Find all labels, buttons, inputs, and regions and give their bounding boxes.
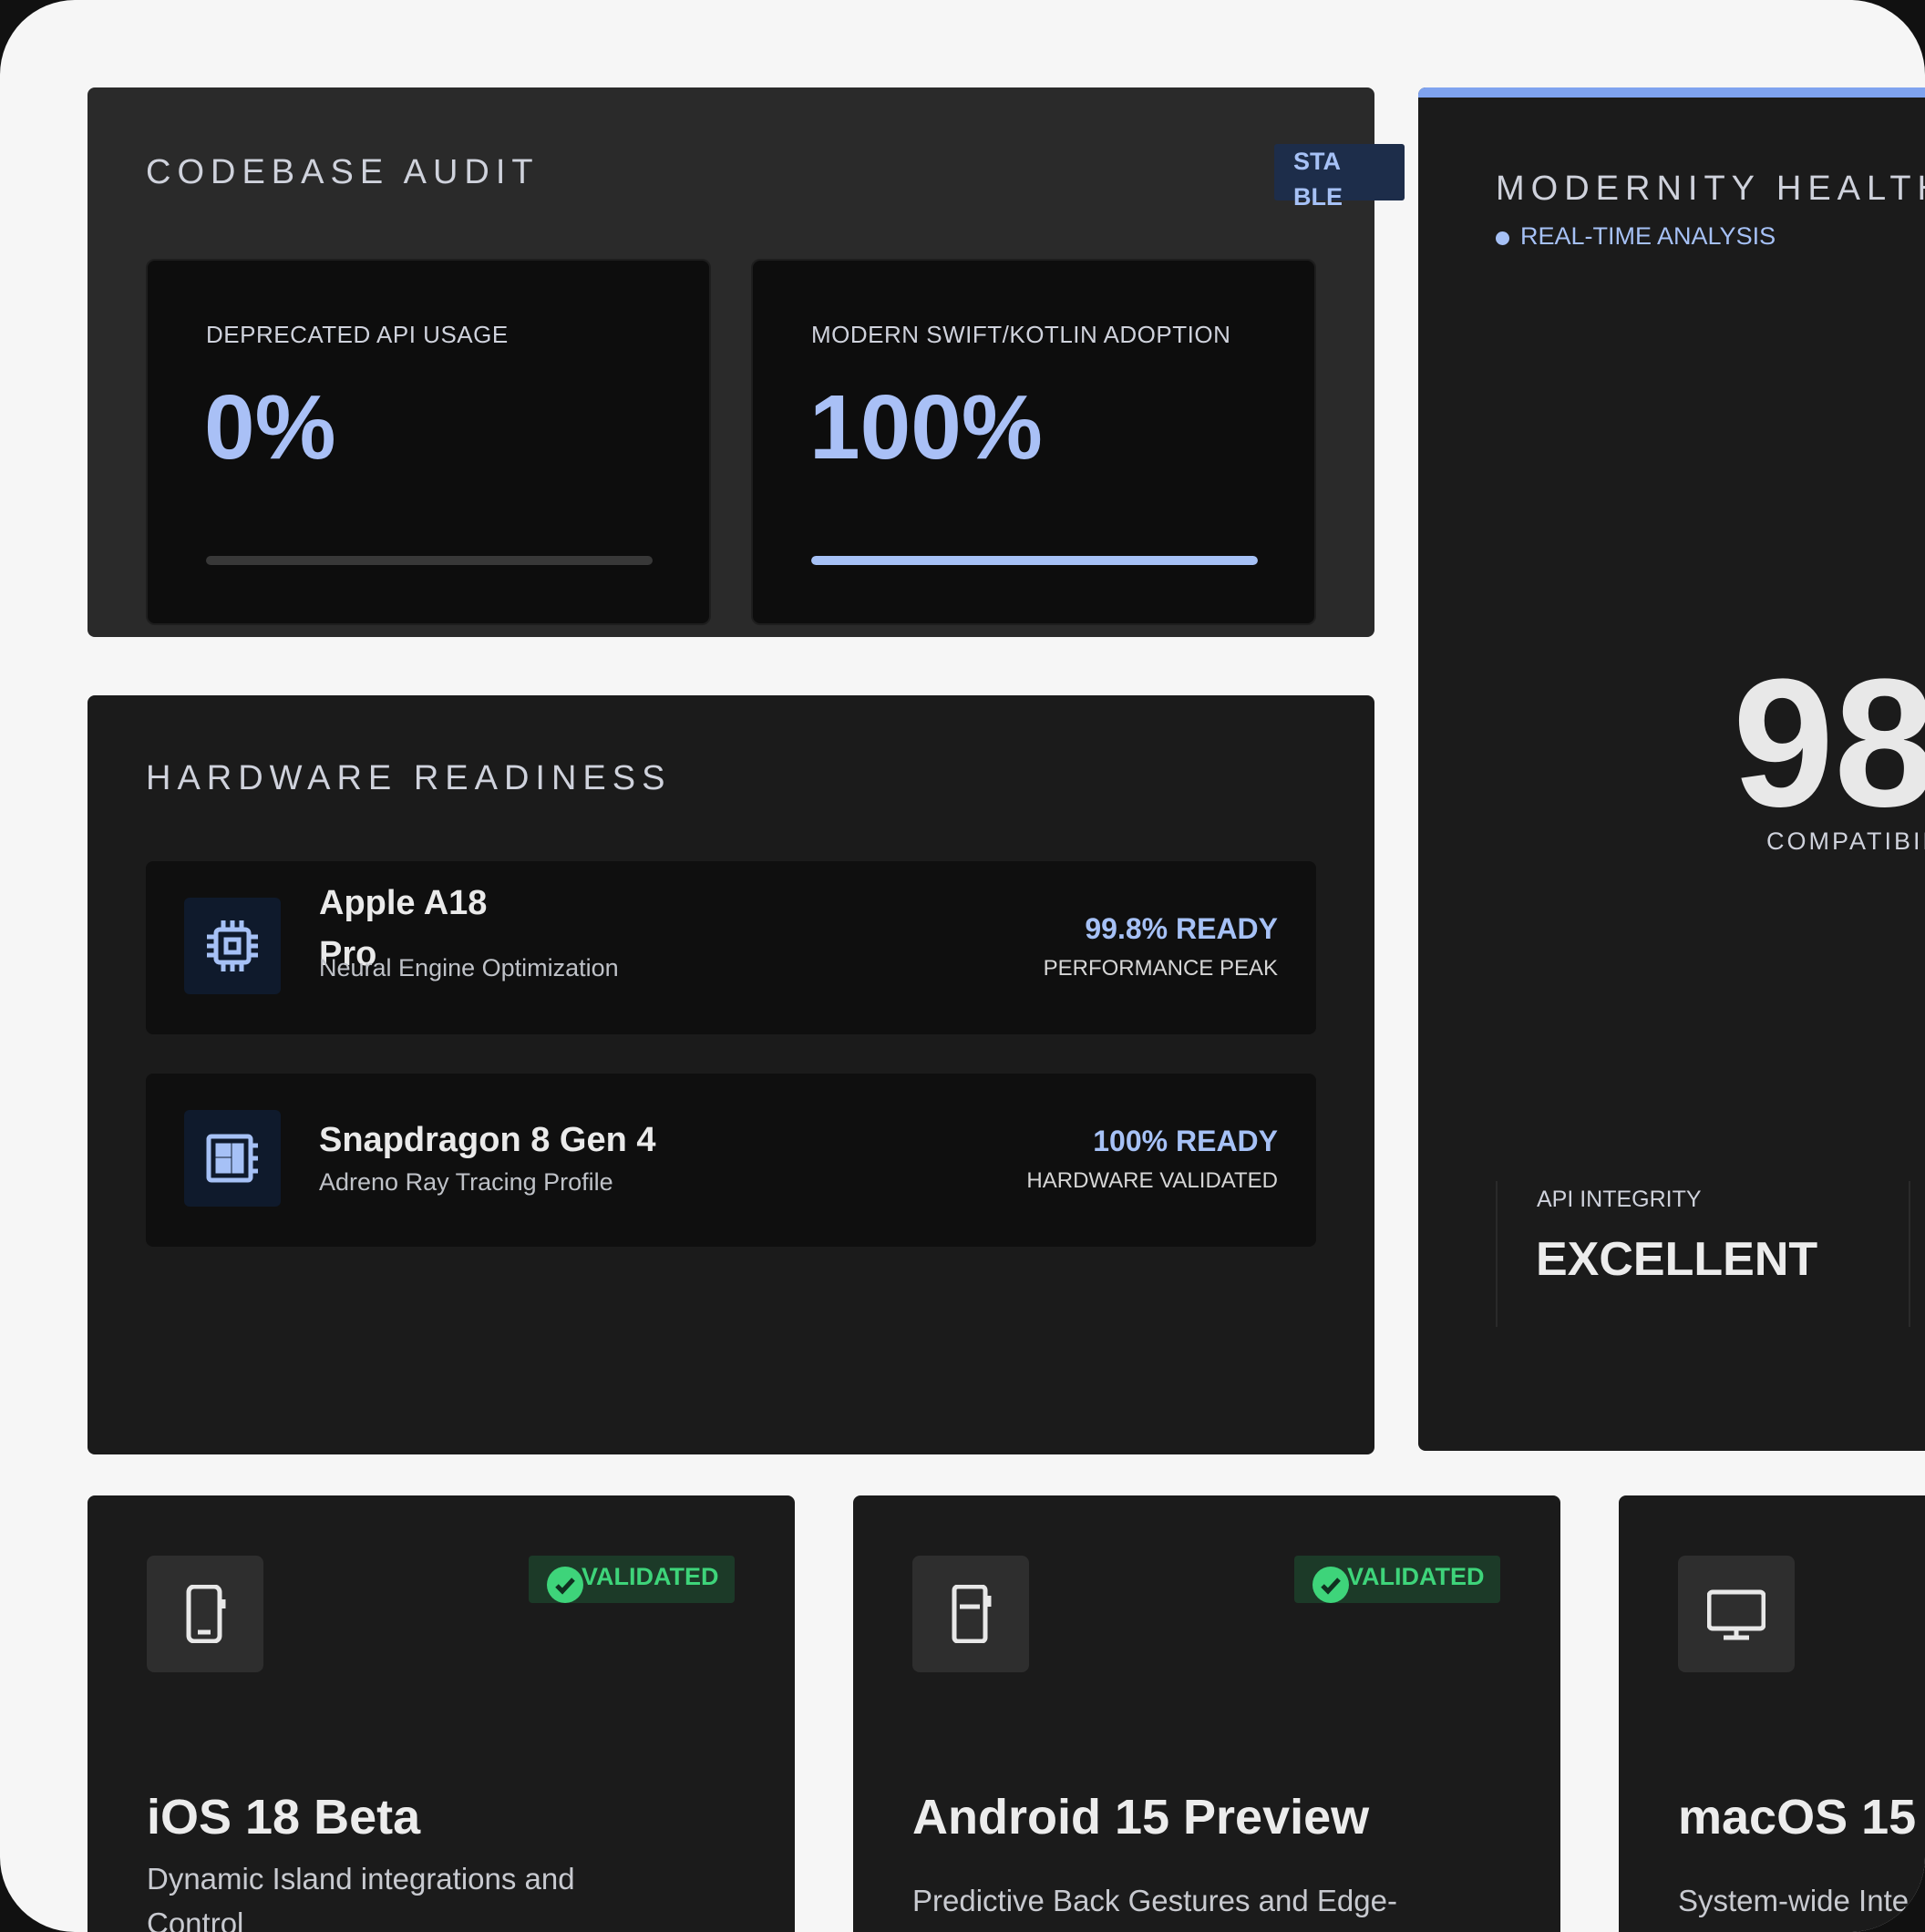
validated-badge: VALIDATED xyxy=(529,1556,735,1603)
dashboard-frame: CODEBASE AUDIT STA BLE DEPRECATED API US… xyxy=(0,0,1925,1932)
hardware-ready: 100% READY xyxy=(1093,1125,1278,1157)
platform-card-android[interactable]: VALIDATED Android 15 Preview Predictive … xyxy=(853,1495,1560,1932)
hardware-readiness-panel: HARDWARE READINESS Apple A18 Pro Neural … xyxy=(88,695,1374,1454)
hardware-readiness-title: HARDWARE READINESS xyxy=(146,759,672,797)
platform-name: iOS 18 Beta xyxy=(147,1790,421,1845)
platform-description: System-wide Inte xyxy=(1678,1884,1910,1917)
divider xyxy=(1909,1181,1910,1327)
hardware-status: HARDWARE VALIDATED xyxy=(1026,1168,1278,1193)
validated-label: VALIDATED xyxy=(582,1563,719,1590)
metric-value: 100% xyxy=(809,376,1043,478)
modernity-health-panel: MODERNITY HEALTH REAL-TIME ANALYSIS 98 C… xyxy=(1418,87,1925,1451)
validated-badge: VALIDATED xyxy=(1294,1556,1500,1603)
android-phone-icon xyxy=(912,1556,1029,1672)
hardware-status: PERFORMANCE PEAK xyxy=(1043,956,1278,981)
accent-bar xyxy=(1418,87,1925,98)
modernity-health-title: MODERNITY HEALTH xyxy=(1496,170,1925,208)
monitor-icon xyxy=(1678,1556,1795,1672)
platform-card-ios[interactable]: VALIDATED iOS 18 Beta Dynamic Island int… xyxy=(88,1495,795,1932)
board-icon xyxy=(184,1110,281,1207)
divider xyxy=(1496,1181,1498,1327)
validated-label: VALIDATED xyxy=(1347,1563,1485,1590)
live-indicator-dot xyxy=(1496,231,1509,245)
hardware-row[interactable]: Apple A18 Pro Neural Engine Optimization… xyxy=(146,861,1316,1034)
score-caption: COMPATIBIL xyxy=(1766,827,1925,855)
hardware-subtitle: Adreno Ray Tracing Profile xyxy=(319,1168,613,1196)
progress-fill xyxy=(811,556,1258,565)
metric-value: 0% xyxy=(204,376,336,478)
platform-description: Predictive Back Gestures and Edge-to- xyxy=(912,1884,1397,1932)
deprecated-api-card: DEPRECATED API USAGE 0% xyxy=(146,259,711,625)
hardware-subtitle: Neural Engine Optimization xyxy=(319,954,619,981)
platform-name: macOS 15 S xyxy=(1678,1790,1925,1845)
platform-card-macos[interactable]: macOS 15 S System-wide Inte xyxy=(1619,1495,1925,1932)
hardware-name: Snapdragon 8 Gen 4 xyxy=(319,1121,656,1159)
platform-name: Android 15 Preview xyxy=(912,1790,1370,1845)
status-badge-line-2: BLE xyxy=(1293,183,1343,211)
progress-track xyxy=(206,556,653,565)
compatibility-score: 98 xyxy=(1733,642,1925,845)
metric-label: MODERN SWIFT/KOTLIN ADOPTION xyxy=(811,321,1231,348)
chip-icon xyxy=(184,898,281,994)
codebase-audit-title: CODEBASE AUDIT xyxy=(146,153,540,191)
hardware-ready: 99.8% READY xyxy=(1085,912,1278,945)
phone-icon xyxy=(147,1556,263,1672)
live-indicator-label: REAL-TIME ANALYSIS xyxy=(1520,222,1776,250)
api-integrity-value: EXCELLENT xyxy=(1536,1233,1818,1286)
progress-track xyxy=(811,556,1258,565)
api-integrity-label: API INTEGRITY xyxy=(1537,1187,1702,1212)
hardware-row[interactable]: Snapdragon 8 Gen 4 Adreno Ray Tracing Pr… xyxy=(146,1074,1316,1247)
modern-adoption-card: MODERN SWIFT/KOTLIN ADOPTION 100% xyxy=(751,259,1316,625)
platform-description: Dynamic Island integrations and Control xyxy=(147,1862,575,1932)
check-icon xyxy=(1312,1567,1349,1603)
codebase-audit-panel: CODEBASE AUDIT STA BLE DEPRECATED API US… xyxy=(88,87,1405,637)
metric-label: DEPRECATED API USAGE xyxy=(206,321,509,348)
status-badge-line-1: STA xyxy=(1293,148,1341,175)
status-badge: STA BLE xyxy=(1274,144,1405,211)
check-icon xyxy=(547,1567,583,1603)
